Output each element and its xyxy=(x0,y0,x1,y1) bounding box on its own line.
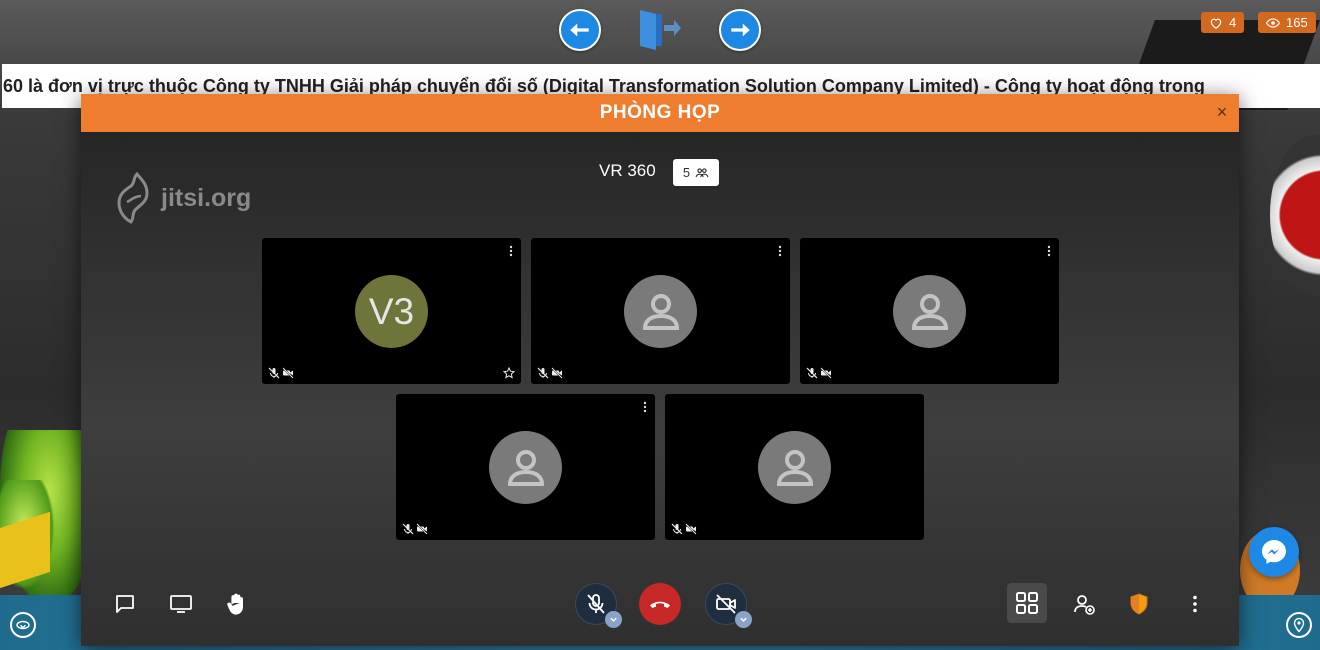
camera-off-icon xyxy=(820,367,832,379)
tile-status-indicators xyxy=(268,367,294,379)
participants-icon xyxy=(695,167,709,177)
mic-muted-icon xyxy=(537,367,549,379)
participants-count: 5 xyxy=(682,165,691,180)
modal-title: PHÒNG HỌP xyxy=(599,102,721,123)
tile-status-indicators xyxy=(402,523,428,535)
exit-room-button[interactable] xyxy=(636,8,682,50)
user-placeholder-icon xyxy=(642,293,679,330)
camera-off-icon xyxy=(685,523,697,535)
arrow-left-icon xyxy=(570,23,589,37)
user-placeholder-icon xyxy=(507,449,544,486)
mic-muted-icon xyxy=(806,367,818,379)
security-button[interactable] xyxy=(1119,584,1159,624)
tile-view-button[interactable] xyxy=(1007,583,1047,623)
camera-off-icon xyxy=(551,367,563,379)
raise-hand-icon xyxy=(227,593,243,615)
heart-icon xyxy=(1210,18,1222,29)
user-placeholder-icon xyxy=(776,449,813,486)
meeting-room-modal: PHÒNG HỌP × jitsi.org VR 360 5 V3 xyxy=(81,94,1239,646)
participant-tile[interactable]: V3 xyxy=(262,238,521,384)
tile-menu-icon[interactable] xyxy=(777,245,783,257)
raise-hand-button[interactable] xyxy=(217,584,257,624)
camera-off-icon xyxy=(282,367,294,379)
chat-button[interactable] xyxy=(105,584,145,624)
participant-avatar xyxy=(893,275,966,348)
messenger-icon xyxy=(1262,540,1286,564)
chevron-down-icon xyxy=(740,617,747,622)
participants-count-button[interactable]: 5 xyxy=(673,159,719,186)
camera-off-icon xyxy=(416,523,428,535)
tile-menu-icon[interactable] xyxy=(642,401,648,413)
watermark-text: jitsi.org xyxy=(161,183,252,212)
views-count: 165 xyxy=(1286,15,1308,30)
participant-avatar xyxy=(489,431,562,504)
back-button[interactable] xyxy=(559,9,601,51)
star-icon[interactable] xyxy=(503,367,515,379)
location-button[interactable] xyxy=(1286,612,1312,638)
top-navigation: 4 165 xyxy=(0,0,1320,62)
arrow-right-icon xyxy=(731,23,750,37)
tile-status-indicators xyxy=(806,367,832,379)
camera-off-icon xyxy=(716,594,736,614)
camera-toggle-button[interactable] xyxy=(705,583,752,628)
tile-view-icon xyxy=(1016,592,1038,614)
user-placeholder-icon xyxy=(911,293,948,330)
room-name: VR 360 xyxy=(599,161,656,180)
hangup-button[interactable] xyxy=(639,583,681,625)
mic-muted-icon xyxy=(268,367,280,379)
door-exit-icon xyxy=(640,10,681,50)
microphone-toggle-button[interactable] xyxy=(575,583,622,628)
participant-tile[interactable] xyxy=(396,394,655,540)
tile-menu-icon[interactable] xyxy=(508,245,514,257)
mic-muted-icon xyxy=(671,523,683,535)
audio-settings-chevron[interactable] xyxy=(605,611,622,628)
mic-muted-icon xyxy=(587,594,605,614)
hangup-icon xyxy=(650,601,670,608)
views-badge: 165 xyxy=(1258,12,1316,33)
messenger-chat-button[interactable] xyxy=(1249,527,1299,577)
participant-avatar xyxy=(624,275,697,348)
tile-menu-icon[interactable] xyxy=(1046,245,1052,257)
map-pin-icon xyxy=(1293,617,1305,633)
scene-red-knob xyxy=(1270,135,1320,295)
chat-icon xyxy=(116,595,134,613)
participant-avatar: V3 xyxy=(355,275,428,348)
tile-status-indicators xyxy=(671,523,697,535)
forward-button[interactable] xyxy=(719,9,761,51)
add-participant-icon xyxy=(1074,595,1095,615)
shield-icon xyxy=(1130,593,1148,615)
participant-avatar xyxy=(758,431,831,504)
mic-muted-icon xyxy=(402,523,414,535)
vr-mode-button[interactable] xyxy=(10,612,36,638)
jitsi-watermark: jitsi.org xyxy=(115,172,251,224)
more-vertical-icon xyxy=(1193,595,1197,613)
more-actions-button[interactable] xyxy=(1175,584,1215,624)
modal-close-button[interactable]: × xyxy=(1213,103,1231,121)
tile-status-indicators xyxy=(537,367,563,379)
chevron-down-icon xyxy=(610,617,617,622)
participant-tile[interactable] xyxy=(665,394,924,540)
screen-share-icon xyxy=(170,595,192,613)
modal-header: PHÒNG HỌP xyxy=(81,94,1239,132)
screen-share-button[interactable] xyxy=(161,584,201,624)
participant-tile[interactable] xyxy=(800,238,1059,384)
participant-tile[interactable] xyxy=(531,238,790,384)
invite-button[interactable] xyxy=(1064,584,1104,624)
video-settings-chevron[interactable] xyxy=(735,611,752,628)
likes-badge[interactable]: 4 xyxy=(1201,12,1245,33)
likes-count: 4 xyxy=(1229,15,1237,30)
eye-icon xyxy=(1266,17,1280,28)
jitsi-logo-icon xyxy=(117,172,149,224)
vr-view-icon xyxy=(16,620,30,630)
